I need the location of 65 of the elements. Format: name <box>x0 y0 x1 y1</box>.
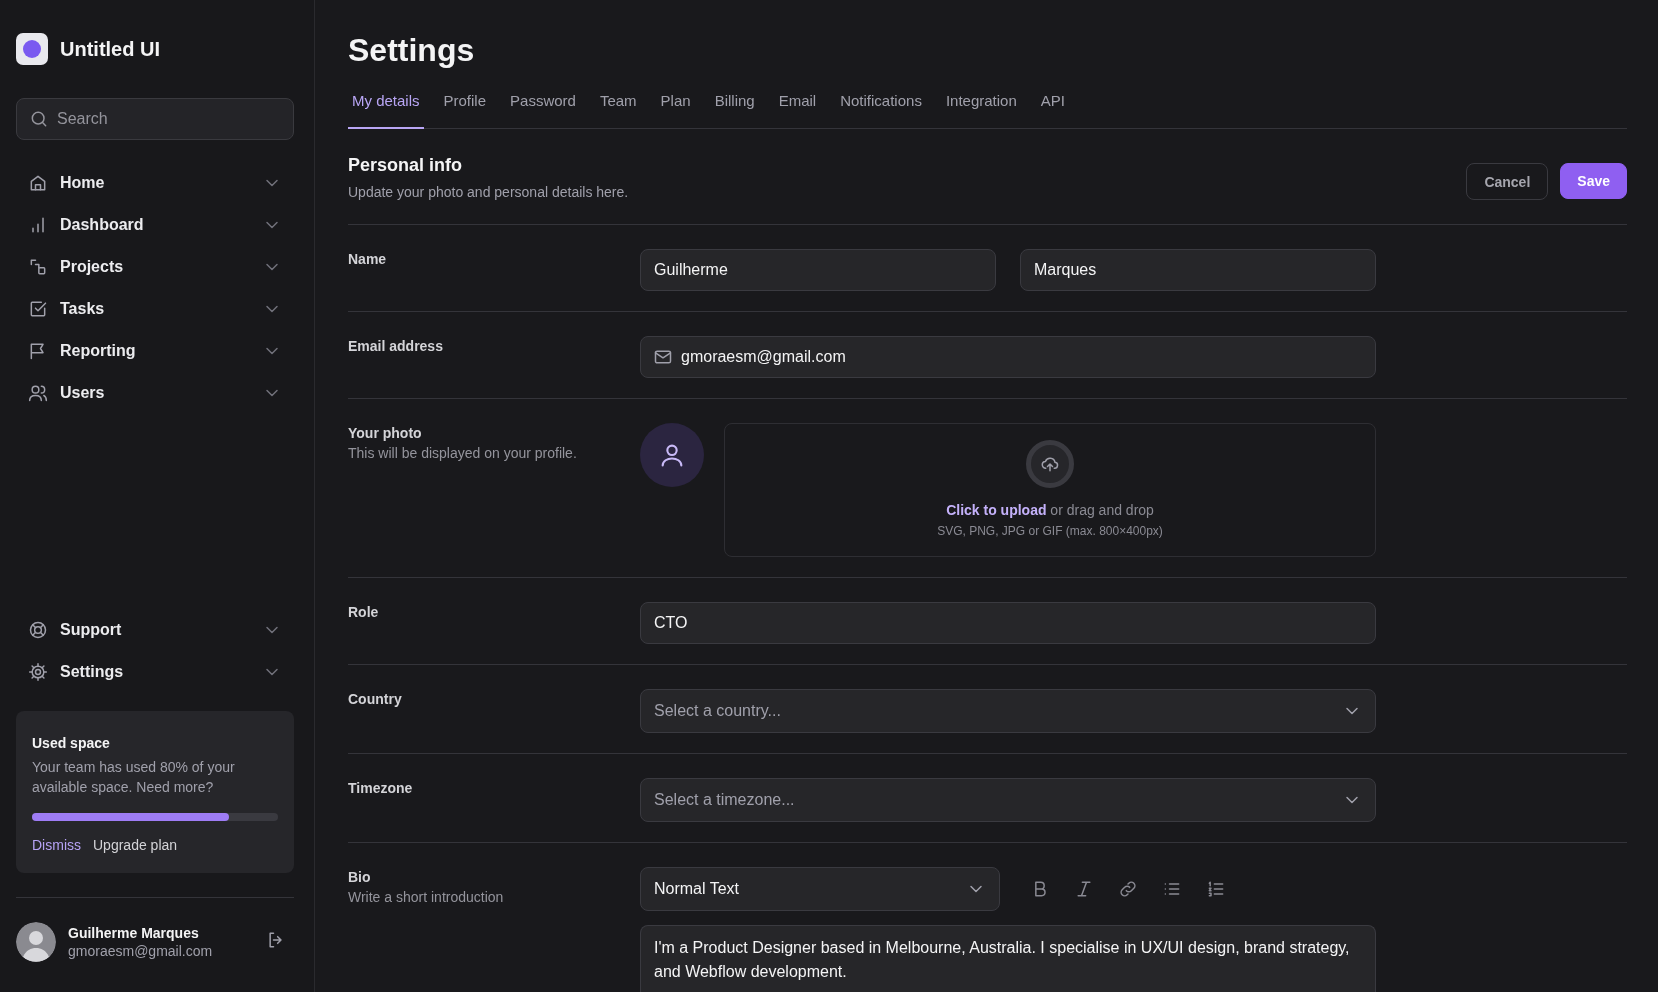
save-button[interactable]: Save <box>1560 163 1627 199</box>
tab[interactable]: Billing <box>710 92 759 129</box>
mail-icon <box>653 347 673 367</box>
nav-item[interactable]: Support <box>16 609 294 651</box>
tab[interactable]: Plan <box>656 92 695 129</box>
nav-item[interactable]: Dashboard <box>16 204 294 246</box>
search-field[interactable]: Search <box>16 98 294 140</box>
bio-field[interactable]: I'm a Product Designer based in Melbourne, Australia. I specialise in UX/UI design, brand strategy, and Webflow development. <box>640 925 1376 992</box>
checkbox-icon <box>28 299 48 319</box>
text-style-select[interactable]: Normal Text <box>640 867 1000 911</box>
italic-icon[interactable] <box>1074 879 1094 899</box>
input-field[interactable]: Marques <box>1020 249 1376 291</box>
email-field[interactable]: gmoraesm@gmail.com <box>640 336 1376 378</box>
user-email: gmoraesm@gmail.com <box>68 943 214 959</box>
field-label: Country <box>348 691 403 707</box>
field-label: Name <box>348 251 388 267</box>
nav-item[interactable]: Reporting <box>16 330 294 372</box>
section-subtitle: Update your photo and personal details here. <box>348 184 630 200</box>
search-icon <box>29 109 49 129</box>
lifebuoy-icon <box>28 620 48 640</box>
user-avatar <box>16 922 56 962</box>
page-title: Settings <box>348 31 476 70</box>
upload-area[interactable]: Click to upload or drag and drop SVG, PNG, JPG or GIF (max. 800×400px) <box>724 423 1376 557</box>
nav-item[interactable]: Home <box>16 162 294 204</box>
upload-link[interactable]: Click to upload <box>946 502 1047 518</box>
link-icon[interactable] <box>1118 879 1138 899</box>
field-label: Email address <box>348 338 444 354</box>
tab[interactable]: API <box>1036 92 1069 129</box>
file-requirements: SVG, PNG, JPG or GIF (max. 800×400px) <box>937 524 1163 538</box>
nav-item[interactable]: Tasks <box>16 288 294 330</box>
input-field[interactable]: CTO <box>640 602 1376 644</box>
nav-item[interactable]: Settings <box>16 651 294 693</box>
dismiss-link[interactable]: Dismiss <box>32 837 81 853</box>
tab[interactable]: Password <box>506 92 580 129</box>
upload-instructions: Click to upload or drag and drop <box>946 502 1154 518</box>
house-icon <box>28 173 48 193</box>
card-text: Your team has used 80% of your available space. Need more? <box>32 758 236 797</box>
field-label: Your photo <box>348 425 423 441</box>
linked-squares-icon <box>28 257 48 277</box>
brand-name: Untitled UI <box>60 37 160 61</box>
tab[interactable]: Notifications <box>836 92 926 129</box>
input-field[interactable]: Guilherme <box>640 249 996 291</box>
cancel-button[interactable]: Cancel <box>1466 163 1549 200</box>
upgrade-link[interactable]: Upgrade plan <box>93 837 178 853</box>
tab[interactable]: Team <box>595 92 641 129</box>
tab[interactable]: Integration <box>941 92 1021 129</box>
field-label: Role <box>348 604 380 620</box>
field-hint: Write a short introduction <box>348 889 505 905</box>
field-hint: This will be displayed on your profile. <box>348 445 578 461</box>
tab[interactable]: Profile <box>439 92 491 129</box>
tab[interactable]: My details <box>348 92 424 129</box>
select-field[interactable]: Select a timezone... <box>640 778 1376 822</box>
user-name: Guilherme Marques <box>68 925 200 941</box>
logo-icon <box>16 33 48 65</box>
nav-item[interactable]: Projects <box>16 246 294 288</box>
card-title: Used space <box>32 735 111 751</box>
nav-item[interactable]: Users <box>16 372 294 414</box>
field-label: Bio <box>348 869 372 885</box>
select-field[interactable]: Select a country... <box>640 689 1376 733</box>
field-label: Timezone <box>348 780 414 796</box>
tab[interactable]: Email <box>774 92 821 129</box>
users-icon <box>28 383 48 403</box>
section-title: Personal info <box>348 155 464 176</box>
numbered-list-icon[interactable] <box>1206 879 1226 899</box>
settings-icon <box>28 662 48 682</box>
